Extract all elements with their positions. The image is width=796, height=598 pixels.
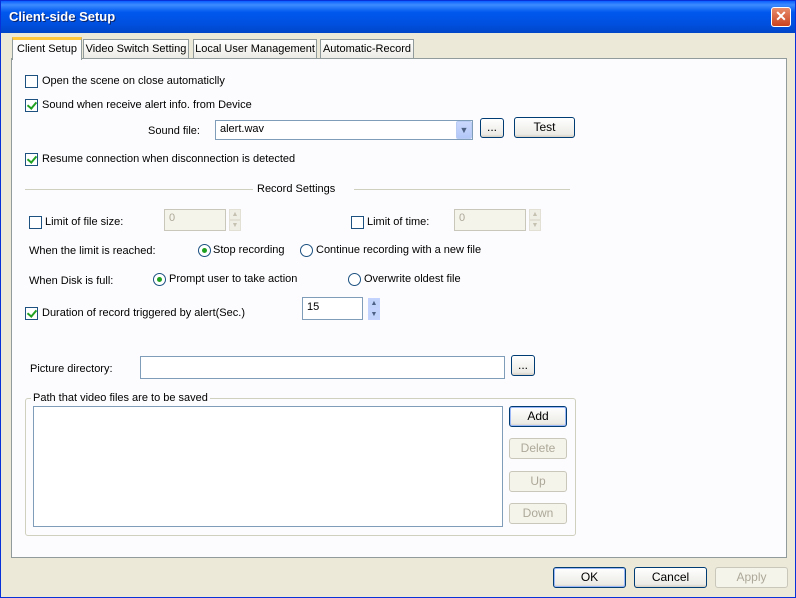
close-button[interactable]: ✕	[771, 7, 791, 27]
file-size-up-icon[interactable]: ▲	[229, 209, 241, 220]
duration-up-icon[interactable]: ▲	[368, 298, 380, 309]
continue-recording-label: Continue recording with a new file	[316, 244, 482, 256]
tab-panel-client-setup: Open the scene on close automaticlly Sou…	[11, 58, 787, 558]
limit-time-label: Limit of time:	[367, 216, 430, 228]
limit-time-checkbox[interactable]	[351, 216, 364, 229]
video-path-label: Path that video files are to be saved	[31, 392, 210, 404]
tab-automatic-record[interactable]: Automatic-Record	[320, 39, 414, 58]
sound-alert-label: Sound when receive alert info. from Devi…	[42, 99, 252, 111]
separator-left	[25, 189, 253, 190]
duration-down-icon[interactable]: ▼	[368, 309, 380, 320]
cancel-button[interactable]: Cancel	[634, 567, 707, 588]
separator-right	[354, 189, 570, 190]
picture-directory-label: Picture directory:	[30, 363, 113, 375]
time-up-icon[interactable]: ▲	[529, 209, 541, 220]
tab-client-setup[interactable]: Client Setup	[12, 37, 82, 60]
limit-file-size-checkbox[interactable]	[29, 216, 42, 229]
limit-file-size-label: Limit of file size:	[45, 216, 124, 228]
open-scene-checkbox[interactable]	[25, 75, 38, 88]
record-settings-heading: Record Settings	[257, 183, 336, 195]
limit-time-input[interactable]: 0	[454, 209, 526, 231]
picture-directory-browse-button[interactable]: ...	[511, 355, 535, 376]
alert-duration-label: Duration of record triggered by alert(Se…	[42, 307, 245, 319]
delete-path-button[interactable]: Delete	[509, 438, 567, 459]
open-scene-label: Open the scene on close automaticlly	[42, 75, 225, 87]
title-bar[interactable]: Client-side Setup ✕	[1, 1, 795, 33]
stop-recording-radio[interactable]	[198, 244, 211, 257]
alert-duration-input[interactable]: 15	[302, 297, 363, 320]
apply-button[interactable]: Apply	[715, 567, 788, 588]
overwrite-oldest-label: Overwrite oldest file	[364, 273, 461, 285]
sound-test-button[interactable]: Test	[514, 117, 575, 138]
sound-file-value: alert.wav	[220, 123, 265, 135]
window-title: Client-side Setup	[9, 9, 116, 24]
file-size-down-icon[interactable]: ▼	[229, 220, 241, 231]
resume-connection-label: Resume connection when disconnection is …	[42, 153, 296, 165]
overwrite-oldest-radio[interactable]	[348, 273, 361, 286]
stop-recording-label: Stop recording	[213, 244, 285, 256]
prompt-user-radio[interactable]	[153, 273, 166, 286]
tab-local-user-management[interactable]: Local User Management	[193, 39, 317, 58]
chevron-down-icon[interactable]: ▼	[456, 121, 472, 139]
when-disk-full-label: When Disk is full:	[29, 275, 114, 287]
picture-directory-input[interactable]	[140, 356, 505, 379]
continue-recording-radio[interactable]	[300, 244, 313, 257]
sound-alert-checkbox[interactable]	[25, 99, 38, 112]
dialog-window: Client-side Setup ✕ Client Setup Video S…	[0, 0, 796, 598]
sound-file-browse-button[interactable]: ...	[480, 118, 504, 138]
sound-file-select[interactable]: alert.wav ▼	[215, 120, 473, 140]
up-path-button[interactable]: Up	[509, 471, 567, 492]
time-down-icon[interactable]: ▼	[529, 220, 541, 231]
add-path-button[interactable]: Add	[509, 406, 567, 427]
down-path-button[interactable]: Down	[509, 503, 567, 524]
when-limit-label: When the limit is reached:	[29, 245, 156, 257]
prompt-user-label: Prompt user to take action	[169, 273, 298, 285]
video-path-list[interactable]	[33, 406, 503, 527]
sound-file-label: Sound file:	[148, 125, 200, 137]
alert-duration-checkbox[interactable]	[25, 307, 38, 320]
ok-button[interactable]: OK	[553, 567, 626, 588]
resume-connection-checkbox[interactable]	[25, 153, 38, 166]
tab-video-switch-setting[interactable]: Video Switch Setting	[83, 39, 189, 58]
limit-file-size-input[interactable]: 0	[164, 209, 226, 231]
close-icon: ✕	[775, 8, 787, 24]
